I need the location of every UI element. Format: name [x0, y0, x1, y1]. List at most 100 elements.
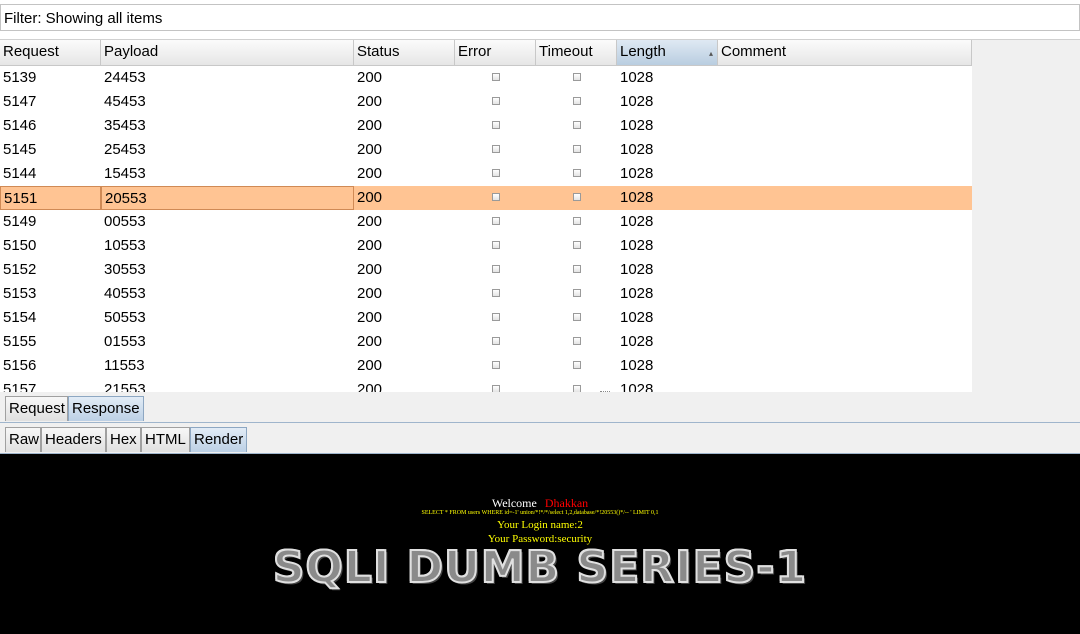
table-row[interactable]: 5147 45453 200 1028 [0, 90, 972, 114]
timeout-checkbox [572, 313, 581, 321]
table-row[interactable]: 5156 11553 200 1028 [0, 354, 972, 378]
tab-headers[interactable]: Headers [41, 427, 106, 452]
cell-status: 200 [357, 285, 383, 302]
cell-payload: 24453 [104, 69, 146, 86]
cell-comment [718, 354, 972, 378]
cell-length: 1028 [620, 189, 654, 206]
cell-comment [718, 114, 972, 138]
timeout-checkbox [572, 193, 581, 201]
cell-payload: 50553 [104, 309, 146, 326]
column-header-timeout[interactable]: Timeout [536, 40, 617, 65]
table-row[interactable]: 5145 25453 200 1028 [0, 138, 972, 162]
cell-timeout [536, 258, 617, 282]
table-row[interactable]: 5157 21553 200 1028 [0, 378, 972, 392]
table-row[interactable]: 5146 35453 200 1028 [0, 114, 972, 138]
cell-request: 5146 [3, 117, 37, 134]
login-name-text: Your Login name:2 [497, 519, 583, 531]
cell-payload: 00553 [104, 213, 146, 230]
cell-timeout [536, 66, 617, 90]
cell-comment [718, 330, 972, 354]
user-name: Dhakkan [544, 496, 589, 510]
column-header-error[interactable]: Error [455, 40, 536, 65]
cell-payload: 21553 [104, 381, 146, 392]
error-checkbox [491, 313, 500, 321]
cell-status: 200 [357, 213, 383, 230]
error-checkbox [491, 385, 500, 392]
cell-payload: 15453 [104, 165, 146, 182]
cell-comment [718, 138, 972, 162]
cell-request: 5150 [3, 237, 37, 254]
column-header-label: Length [620, 43, 666, 60]
table-row[interactable]: 5151 20553 200 1028 [0, 186, 972, 210]
cell-request: 5154 [3, 309, 37, 326]
cell-error [455, 282, 536, 306]
tab-render[interactable]: Render [190, 427, 247, 452]
sql-query-text: SELECT * FROM users WHERE id=-1' union/*… [421, 510, 659, 516]
tab-raw[interactable]: Raw [5, 427, 41, 452]
timeout-checkbox [572, 97, 581, 105]
sort-ascending-icon: ▴ [708, 49, 713, 58]
timeout-checkbox [572, 145, 581, 153]
cell-timeout [536, 354, 617, 378]
cell-length: 1028 [620, 309, 654, 326]
cell-comment [718, 306, 972, 330]
column-header-payload[interactable]: Payload [101, 40, 354, 65]
cell-length: 1028 [620, 357, 654, 374]
cell-status: 200 [357, 69, 383, 86]
column-header-label: Timeout [539, 43, 593, 60]
filter-text: Filter: Showing all items [4, 10, 163, 27]
table-row[interactable]: 5154 50553 200 1028 [0, 306, 972, 330]
cell-error [455, 330, 536, 354]
column-header-label: Status [357, 43, 400, 60]
tab-hex[interactable]: Hex [106, 427, 141, 452]
error-checkbox [491, 217, 500, 225]
filter-bar[interactable]: Filter: Showing all items [0, 4, 1080, 31]
column-header-label: Error [458, 43, 492, 60]
error-checkbox [491, 289, 500, 297]
table-row[interactable]: 5149 00553 200 1028 [0, 210, 972, 234]
error-checkbox [491, 361, 500, 369]
cell-error [455, 306, 536, 330]
error-checkbox [491, 265, 500, 273]
cell-timeout [536, 114, 617, 138]
cell-error [455, 378, 536, 392]
timeout-checkbox [572, 121, 581, 129]
cell-comment [718, 282, 972, 306]
cell-request: 5144 [3, 165, 37, 182]
column-header-comment[interactable]: Comment [718, 40, 972, 65]
column-header-request[interactable]: Request [0, 40, 101, 65]
cell-comment [718, 234, 972, 258]
tab-html[interactable]: HTML [141, 427, 190, 452]
cell-timeout [536, 282, 617, 306]
cell-comment [718, 66, 972, 90]
table-row[interactable]: 5155 01553 200 1028 [0, 330, 972, 354]
table-row[interactable]: 5139 24453 200 1028 [0, 66, 972, 90]
error-checkbox [491, 121, 500, 129]
tab-response[interactable]: Response [68, 396, 144, 421]
cell-error [455, 90, 536, 114]
cell-length: 1028 [620, 141, 654, 158]
table-row[interactable]: 5150 10553 200 1028 [0, 234, 972, 258]
view-tabs: Raw Headers Hex HTML Render [0, 423, 1080, 454]
error-checkbox [491, 337, 500, 345]
cell-payload: 35453 [104, 117, 146, 134]
cell-timeout [536, 234, 617, 258]
table-row[interactable]: 5152 30553 200 1028 [0, 258, 972, 282]
column-header-status[interactable]: Status [354, 40, 455, 65]
cell-payload: 40553 [104, 285, 146, 302]
cell-status: 200 [357, 309, 383, 326]
cell-comment [718, 90, 972, 114]
cell-length: 1028 [620, 93, 654, 110]
column-header-length[interactable]: Length ▴ [617, 40, 718, 65]
timeout-checkbox [572, 289, 581, 297]
cell-payload: 25453 [104, 141, 146, 158]
timeout-checkbox [572, 385, 581, 392]
cell-length: 1028 [620, 237, 654, 254]
table-row[interactable]: 5153 40553 200 1028 [0, 282, 972, 306]
tab-request[interactable]: Request [5, 396, 68, 421]
cell-timeout [536, 138, 617, 162]
welcome-line: Welcome Dhakkan [0, 496, 1080, 511]
cell-comment [718, 186, 972, 210]
table-row[interactable]: 5144 15453 200 1028 [0, 162, 972, 186]
error-checkbox [491, 193, 500, 201]
